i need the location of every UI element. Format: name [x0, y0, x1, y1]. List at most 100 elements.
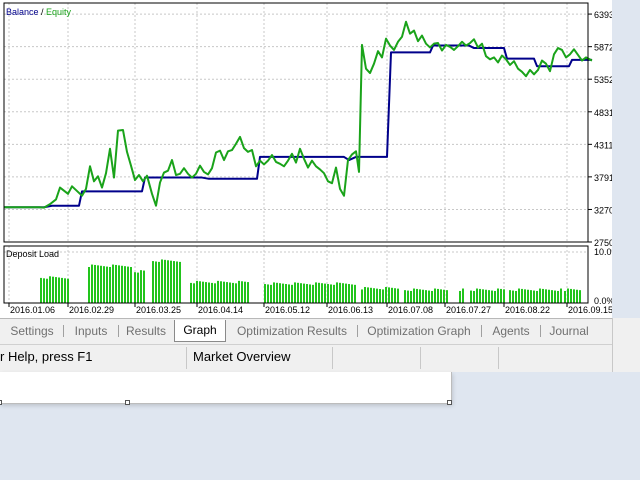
tab-separator: [118, 325, 119, 337]
status-market-overview[interactable]: Market Overview: [193, 349, 291, 364]
deposit-load-bar: [220, 281, 222, 303]
deposit-load-bar: [557, 290, 559, 303]
tab-inputs[interactable]: Inputs: [66, 321, 116, 342]
status-separator: [420, 347, 421, 369]
deposit-load-bar: [294, 282, 296, 303]
deposit-load-bar: [152, 261, 154, 303]
y-tick-label: 5352: [594, 75, 612, 85]
deposit-load-bar: [273, 282, 275, 303]
deposit-load-bar: [214, 283, 216, 303]
deposit-load-bar: [64, 278, 66, 303]
tab-graph[interactable]: Graph: [174, 320, 226, 342]
deposit-load-bar: [579, 290, 581, 303]
deposit-load-bar: [109, 266, 111, 303]
deposit-load-bar: [223, 281, 225, 303]
legend-balance: Balance: [6, 7, 39, 17]
status-help-text: r Help, press F1: [0, 349, 93, 364]
deposit-load-bar: [339, 282, 341, 303]
legend-equity: Equity: [46, 7, 72, 17]
deposit-load-bar: [348, 284, 350, 303]
deposit-load-bar: [515, 290, 517, 303]
resize-handle[interactable]: [447, 400, 452, 405]
status-separator: [332, 347, 333, 369]
deposit-load-bar: [327, 284, 329, 303]
deposit-load-bar: [315, 282, 317, 303]
deposit-load-bar: [291, 284, 293, 303]
deposit-load-bar: [270, 284, 272, 303]
tab-optimization-graph[interactable]: Optimization Graph: [360, 321, 478, 342]
deposit-load-bar: [279, 283, 281, 303]
deposit-load-bar: [193, 283, 195, 303]
deposit-load-bar: [370, 287, 372, 303]
deposit-load-bar: [43, 278, 45, 303]
deposit-load-bar: [55, 277, 57, 303]
deposit-load-bar: [385, 286, 387, 303]
deposit-load-bar: [524, 289, 526, 303]
deposit-load-bar: [232, 282, 234, 303]
deposit-load-bar: [536, 290, 538, 303]
deposit-load-bar: [170, 260, 172, 303]
deposit-load-bar: [542, 288, 544, 303]
resize-handle[interactable]: [0, 400, 2, 405]
y-tick-label: 6393: [594, 10, 612, 20]
deposit-load-bar: [354, 284, 356, 303]
deposit-load-bar: [124, 266, 126, 303]
deposit-load-bar: [413, 288, 415, 303]
tab-separator: [481, 325, 482, 337]
deposit-load-bar: [238, 280, 240, 303]
side-panel-edge: [612, 318, 640, 372]
deposit-load-bar: [539, 288, 541, 303]
deposit-load-bar: [494, 290, 496, 303]
deposit-load-bar: [434, 288, 436, 303]
deposit-load-bar: [46, 278, 48, 303]
tab-journal[interactable]: Journal: [543, 321, 595, 342]
tab-agents[interactable]: Agents: [484, 321, 538, 342]
tab-results[interactable]: Results: [121, 321, 171, 342]
x-tick-label: 2016.01.06: [10, 305, 55, 315]
deposit-load-bar: [282, 283, 284, 303]
tab-separator: [357, 325, 358, 337]
tab-optimization-results[interactable]: Optimization Results: [229, 321, 355, 342]
deposit-load-bar: [208, 282, 210, 303]
deposit-load-bar: [570, 288, 572, 303]
deposit-load-bar: [382, 289, 384, 303]
deposit-load-bar: [97, 265, 99, 303]
main-plot-frame: [3, 2, 589, 243]
deposit-load-bar: [61, 277, 63, 303]
deposit-load-bar: [285, 284, 287, 303]
deposit-load-bar: [158, 261, 160, 303]
deposit-load-bar: [288, 284, 290, 303]
deposit-load-bar: [276, 282, 278, 303]
deposit-load-bar: [143, 270, 145, 303]
deposit-load-bar: [235, 283, 237, 303]
deposit-load-bar: [482, 289, 484, 303]
deposit-load-bar: [241, 281, 243, 303]
deposit-load-bar: [91, 264, 93, 303]
deposit-load-bar: [573, 289, 575, 303]
deposit-load-bars: [40, 259, 581, 303]
deposit-load-bar: [336, 282, 338, 303]
deposit-load-bar: [267, 284, 269, 303]
deposit-load-bar: [312, 284, 314, 303]
deposit-load-bar: [479, 288, 481, 303]
deposit-load-bar: [459, 290, 461, 303]
deposit-load-bar: [497, 288, 499, 303]
resize-handle[interactable]: [125, 400, 130, 405]
deposit-load-bar: [342, 283, 344, 303]
deposit-load-bar: [179, 261, 181, 303]
deposit-load-bar: [576, 289, 578, 303]
deposit-load-bar: [264, 284, 266, 303]
deposit-load-bar: [545, 289, 547, 303]
deposit-load-bar: [560, 288, 562, 303]
chart-area: 6393587253524831431137913270275010.0%0.0…: [0, 0, 612, 318]
deposit-load-bar: [106, 266, 108, 303]
deposit-load-bar: [121, 265, 123, 303]
deposit-load-bar: [410, 290, 412, 303]
deposit-load-bar: [443, 289, 445, 303]
tab-settings[interactable]: Settings: [4, 321, 60, 342]
deposit-load-bar: [112, 264, 114, 303]
x-tick-label: 2016.07.08: [388, 305, 433, 315]
deposit-load-bar: [217, 280, 219, 303]
deposit-load-bar: [361, 289, 363, 303]
deposit-load-bar: [190, 282, 192, 303]
